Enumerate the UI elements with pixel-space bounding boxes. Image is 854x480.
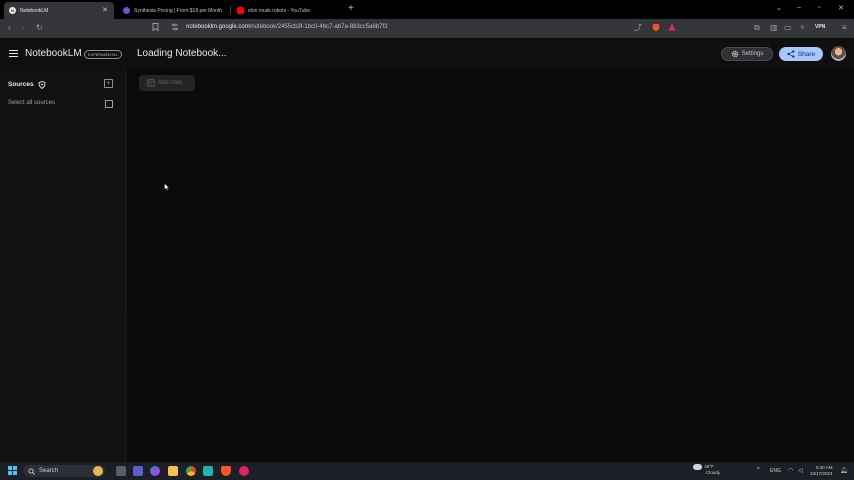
avatar[interactable] [831, 46, 846, 61]
share-icon [787, 50, 795, 58]
tab-title: Synthesia Pricing | From $18 per Month [134, 7, 223, 14]
tab-title: elon musk robots - YouTube [248, 7, 311, 14]
notification-bell-icon[interactable]: 🔔︎ [840, 467, 848, 474]
weather-desc: Cloudy [706, 470, 721, 476]
tab-divider [230, 6, 231, 14]
select-all-label: Select all sources [8, 100, 56, 106]
vpn-button[interactable]: VPN [815, 24, 825, 30]
task-view-icon[interactable] [116, 466, 126, 476]
tab-youtube[interactable]: elon musk robots - YouTube [232, 2, 342, 19]
address-bar[interactable]: notebooklm.google.com/notebook/2455cb3f-… [186, 24, 388, 30]
sources-title: Sources [8, 81, 34, 88]
windows-start-icon[interactable] [8, 466, 17, 475]
plus-icon: + [106, 80, 111, 87]
share-page-icon[interactable]: ⤴ [634, 23, 642, 33]
url-path: /notebook/2455cb3f-1bc0-4bc7-ab7a-883cc5… [249, 24, 388, 30]
gear-icon [731, 50, 738, 58]
tab-search-icon[interactable]: ⌄ [776, 4, 782, 12]
tab-title: NotebookLM [20, 7, 49, 14]
search-placeholder: Search [39, 468, 59, 474]
weather-temp: 48°F [704, 464, 714, 470]
brave-rewards-icon[interactable] [668, 23, 676, 34]
share-button[interactable]: Share [779, 47, 823, 61]
brand-name[interactable]: NotebookLM [25, 48, 82, 59]
clock-date: 10/17/2024 [810, 471, 833, 476]
experimental-badge: EXPERIMENTAL [84, 50, 122, 59]
maximize-icon[interactable]: ▫ [818, 4, 820, 11]
sources-sidebar: Sources + Select all sources [0, 69, 126, 462]
app-icon[interactable] [239, 466, 249, 476]
minimize-icon[interactable]: – [797, 4, 801, 11]
close-window-icon[interactable]: ✕ [838, 4, 844, 12]
sidebar-icon[interactable]: ▥ [770, 23, 778, 33]
browser-menu-icon[interactable]: ≡ [842, 23, 847, 33]
forward-icon[interactable]: › [22, 23, 25, 33]
weather-widget[interactable]: 48°F Cloudy [693, 464, 720, 476]
leo-ai-icon[interactable]: ✧ [799, 23, 806, 33]
copilot-icon[interactable] [150, 466, 160, 476]
mouse-cursor-icon [164, 183, 170, 191]
file-explorer-icon[interactable] [168, 466, 178, 476]
settings-label: Settings [741, 51, 764, 57]
search-highlight-icon [93, 466, 103, 476]
search-icon [28, 467, 35, 475]
clock-time: 6:30 AM [816, 465, 833, 470]
shield-info-icon[interactable] [38, 81, 46, 89]
settings-button[interactable]: Settings [721, 47, 773, 61]
wallet-icon[interactable]: ▭ [784, 23, 792, 33]
menu-icon[interactable] [9, 50, 18, 57]
note-add-icon [147, 79, 155, 87]
url-host: notebooklm.google.com [186, 24, 250, 30]
new-tab-button[interactable]: + [348, 3, 354, 14]
tab-synthesia[interactable]: Synthesia Pricing | From $18 per Month [118, 2, 228, 19]
tab-notebooklm[interactable]: N NotebookLM ✕ [4, 2, 114, 19]
brave-shields-icon[interactable] [652, 23, 660, 35]
back-icon[interactable]: ‹ [8, 23, 11, 33]
synthesia-favicon-icon [123, 7, 130, 14]
select-all-checkbox[interactable] [105, 100, 113, 108]
cloud-icon [693, 464, 702, 470]
add-note-label: Add note [158, 80, 183, 86]
browser-toolbar: ‹ › ↻ notebooklm.google.com/notebook/245… [0, 19, 854, 38]
teams-icon[interactable] [133, 466, 143, 476]
taskbar-search[interactable]: Search [23, 465, 105, 477]
add-source-button[interactable]: + [104, 79, 113, 88]
notebooklm-favicon-icon: N [9, 7, 16, 14]
notebooklm-app: NotebookLM EXPERIMENTAL Loading Notebook… [0, 38, 854, 462]
share-label: Share [797, 50, 816, 58]
notes-area: Add note [127, 69, 854, 462]
close-tab-icon[interactable]: ✕ [102, 6, 108, 14]
bookmark-icon[interactable] [152, 23, 159, 34]
chrome-icon[interactable] [186, 466, 196, 476]
wifi-icon[interactable]: ◠ [788, 467, 793, 474]
store-icon[interactable] [203, 466, 213, 476]
app-header: NotebookLM EXPERIMENTAL Loading Notebook… [0, 38, 854, 69]
site-info-icon[interactable] [171, 23, 179, 34]
chevron-up-icon[interactable]: ^ [757, 467, 760, 473]
system-clock[interactable]: 6:30 AM 10/17/2024 [810, 465, 833, 477]
add-note-button[interactable]: Add note [139, 75, 195, 91]
volume-icon[interactable]: ◁ [798, 467, 803, 474]
extensions-icon[interactable]: ⧉ [754, 23, 760, 33]
brave-icon[interactable] [221, 466, 231, 476]
reload-icon[interactable]: ↻ [36, 23, 43, 33]
youtube-favicon-icon [237, 7, 244, 14]
page-title: Loading Notebook... [137, 48, 227, 59]
windows-taskbar: Search 48°F Cloudy ^ ENG ◠ ◁ 6:30 AM 10/… [0, 462, 854, 480]
language-indicator[interactable]: ENG [770, 468, 781, 474]
browser-tab-strip: N NotebookLM ✕ Synthesia Pricing | From … [0, 0, 854, 19]
